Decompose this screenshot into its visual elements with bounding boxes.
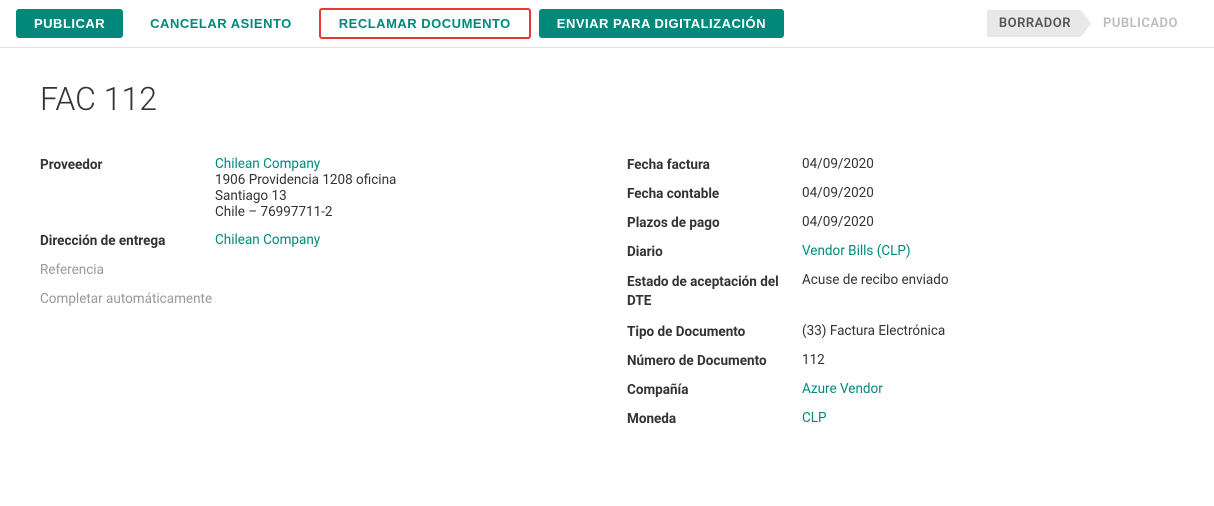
plazos-pago-label: Plazos de pago [627, 214, 802, 231]
fecha-contable-row: Fecha contable 04/09/2020 [627, 179, 1174, 208]
status-publicado: PUBLICADO [1091, 10, 1198, 37]
fecha-contable-label: Fecha contable [627, 185, 802, 202]
publish-button[interactable]: PUBLICAR [16, 9, 123, 38]
completar-label: Completar automáticamente [40, 290, 215, 307]
fecha-factura-label: Fecha factura [627, 156, 802, 173]
main-content: FAC 112 Proveedor Chilean Company 1906 P… [0, 48, 1214, 465]
tipo-doc-row: Tipo de Documento (33) Factura Electróni… [627, 317, 1174, 346]
status-breadcrumb: BORRADOR PUBLICADO [987, 10, 1198, 37]
numero-doc-value: 112 [802, 352, 825, 368]
referencia-label: Referencia [40, 261, 215, 278]
proveedor-row: Proveedor Chilean Company 1906 Providenc… [40, 150, 587, 226]
address-line1: 1906 Providencia 1208 oficina [215, 172, 396, 188]
compania-label: Compañía [627, 381, 802, 398]
estado-label: Estado de aceptación del DTE [627, 272, 802, 311]
moneda-value-link[interactable]: CLP [802, 410, 827, 426]
reclamar-button[interactable]: RECLAMAR DOCUMENTO [319, 8, 531, 39]
estado-value: Acuse de recibo enviado [802, 272, 949, 288]
proveedor-address: Chilean Company 1906 Providencia 1208 of… [215, 156, 396, 220]
proveedor-name-link[interactable]: Chilean Company [215, 156, 396, 172]
entrega-row: Dirección de entrega Chilean Company [40, 226, 587, 255]
fecha-contable-value: 04/09/2020 [802, 185, 874, 201]
fecha-factura-value: 04/09/2020 [802, 156, 874, 172]
address-line3: Chile – 76997711-2 [215, 204, 396, 220]
page-title: FAC 112 [40, 80, 1174, 118]
diario-value-link[interactable]: Vendor Bills (CLP) [802, 243, 911, 259]
address-line2: Santiago 13 [215, 188, 396, 204]
form-grid: Proveedor Chilean Company 1906 Providenc… [40, 150, 1174, 433]
plazos-pago-row: Plazos de pago 04/09/2020 [627, 208, 1174, 237]
diario-label: Diario [627, 243, 802, 260]
entrega-value-link[interactable]: Chilean Company [215, 232, 320, 248]
right-column: Fecha factura 04/09/2020 Fecha contable … [627, 150, 1174, 433]
entrega-label: Dirección de entrega [40, 232, 215, 249]
estado-row: Estado de aceptación del DTE Acuse de re… [627, 266, 1174, 317]
cancel-button[interactable]: CANCELAR ASIENTO [131, 8, 311, 39]
numero-doc-row: Número de Documento 112 [627, 346, 1174, 375]
plazos-pago-value: 04/09/2020 [802, 214, 874, 230]
status-borrador: BORRADOR [987, 10, 1091, 37]
tipo-doc-value: (33) Factura Electrónica [802, 323, 945, 339]
completar-row: Completar automáticamente [40, 284, 587, 313]
moneda-label: Moneda [627, 410, 802, 427]
compania-value-link[interactable]: Azure Vendor [802, 381, 883, 397]
fecha-factura-row: Fecha factura 04/09/2020 [627, 150, 1174, 179]
left-column: Proveedor Chilean Company 1906 Providenc… [40, 150, 587, 433]
compania-row: Compañía Azure Vendor [627, 375, 1174, 404]
diario-row: Diario Vendor Bills (CLP) [627, 237, 1174, 266]
tipo-doc-label: Tipo de Documento [627, 323, 802, 340]
referencia-row: Referencia [40, 255, 587, 284]
proveedor-label: Proveedor [40, 156, 215, 173]
moneda-row: Moneda CLP [627, 404, 1174, 433]
enviar-button[interactable]: ENVIAR PARA DIGITALIZACIÓN [539, 9, 784, 38]
toolbar: PUBLICAR CANCELAR ASIENTO RECLAMAR DOCUM… [0, 0, 1214, 48]
numero-doc-label: Número de Documento [627, 352, 802, 369]
